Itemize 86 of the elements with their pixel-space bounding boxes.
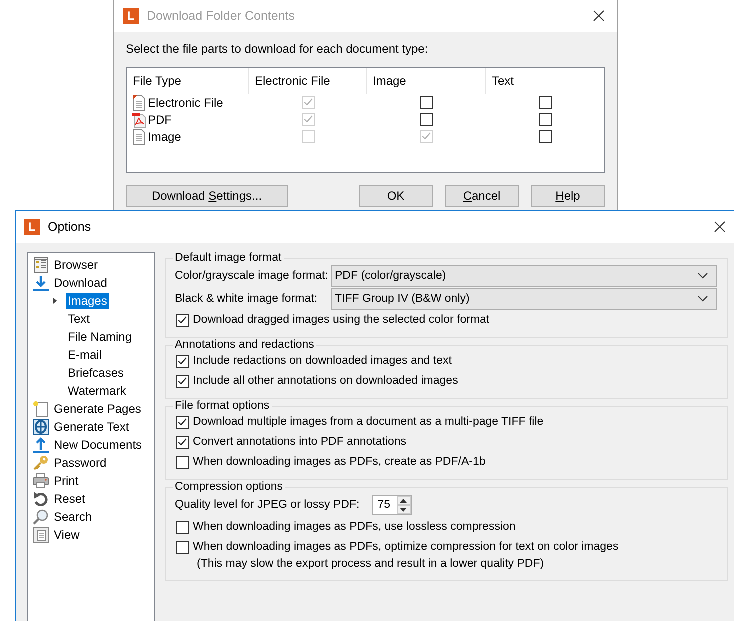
tree-item[interactable]: Generate Text — [52, 419, 132, 435]
dialog-button[interactable]: OK — [359, 185, 433, 207]
chevron-down-icon — [698, 272, 708, 278]
tree-item[interactable]: View — [52, 527, 82, 543]
checkbox-label: When downloading images as PDFs, use lossless compression — [193, 521, 516, 533]
checkbox[interactable] — [176, 520, 189, 534]
browser-icon — [33, 257, 49, 273]
group-title: Compression options — [174, 481, 284, 493]
upload-arrow-icon — [33, 437, 49, 453]
tree-item[interactable]: Browser — [52, 257, 100, 273]
app-logo: L — [24, 219, 40, 235]
column-header: File Type — [127, 68, 249, 94]
checkbox[interactable] — [176, 354, 189, 368]
window-title: Options — [48, 220, 92, 234]
checkbox-label: Include redactions on downloaded images and text — [193, 355, 452, 367]
page-view-icon — [33, 527, 49, 543]
document-icon — [132, 128, 146, 144]
dialog-button[interactable]: Download Settings... — [126, 185, 288, 207]
close-icon — [714, 221, 726, 233]
tree-item[interactable]: Briefcases — [66, 365, 126, 381]
checkbox[interactable] — [538, 130, 552, 143]
checkbox[interactable] — [176, 456, 189, 468]
tree-item[interactable]: Reset — [52, 491, 88, 507]
search-icon — [33, 509, 49, 525]
checkbox[interactable] — [176, 314, 189, 326]
checkbox-label: Download multiple images from a document as a multi-page TIFF file — [193, 416, 544, 428]
window-title: Download Folder Contents — [147, 9, 296, 23]
undo-arrow-icon — [33, 491, 49, 507]
field-label: Black & white image format: — [175, 292, 319, 304]
tree-item[interactable]: Images — [66, 293, 110, 309]
field-label: Quality level for JPEG or lossy PDF: — [175, 499, 360, 511]
checkbox-label: Download dragged images using the selected color format — [193, 314, 490, 326]
close-icon — [593, 10, 605, 22]
tree-item[interactable]: Watermark — [66, 383, 128, 399]
tree-item[interactable]: Download — [52, 275, 110, 291]
column-header: Text — [491, 73, 516, 90]
spin-up-button[interactable] — [396, 496, 411, 505]
format-dropdown[interactable]: PDF (color/grayscale) — [331, 264, 717, 286]
dialog-button[interactable]: Cancel — [445, 185, 519, 207]
checkbox[interactable] — [176, 374, 189, 388]
tree-item[interactable]: Generate Pages — [52, 401, 144, 417]
tree-item[interactable]: File Naming — [66, 329, 134, 345]
checkbox-label: Convert annotations into PDF annotations — [193, 436, 407, 448]
checkbox[interactable] — [538, 113, 552, 126]
quality-spinbox[interactable]: 75 — [372, 495, 412, 515]
chevron-down-icon — [698, 296, 708, 302]
field-label: Color/grayscale image format: — [175, 270, 330, 282]
column-header: Image — [367, 68, 486, 94]
instruction-text: Select the file parts to download for each document type: — [126, 41, 430, 57]
tree-item[interactable]: New Documents — [52, 437, 144, 453]
checkbox-label: When downloading images as PDFs, optimize compression for text on color images — [193, 541, 619, 553]
up-arrow-icon — [400, 498, 408, 502]
spin-down-button[interactable] — [396, 505, 411, 514]
checkbox[interactable] — [176, 540, 189, 554]
format-dropdown[interactable]: TIFF Group IV (B&W only) — [331, 288, 717, 310]
tree-item[interactable]: E-mail — [66, 347, 104, 363]
pdf-file-icon — [132, 112, 146, 128]
checkbox-label: When downloading images as PDFs, create as PDF/A-1b — [193, 456, 486, 468]
tree-item[interactable]: Search — [52, 509, 94, 525]
tree-item[interactable]: Password — [52, 455, 109, 471]
download-arrow-icon — [33, 275, 49, 291]
group-title: Default image format — [174, 252, 283, 264]
new-page-icon — [33, 401, 49, 417]
printer-icon — [33, 473, 49, 489]
tree-item[interactable]: Text — [66, 311, 92, 327]
checkbox[interactable] — [420, 96, 433, 109]
group-title: Annotations and redactions — [174, 339, 316, 351]
key-icon — [33, 455, 49, 471]
app-logo: L — [123, 8, 139, 24]
document-icon — [132, 94, 146, 110]
expand-arrow-icon[interactable] — [53, 297, 58, 305]
checkbox[interactable] — [420, 113, 433, 126]
file-type-name: Electronic File — [148, 96, 224, 110]
checkbox[interactable] — [176, 416, 189, 428]
note-text: (This may slow the export process and result in a lower quality PDF) — [196, 557, 546, 572]
group-title: File format options — [174, 400, 271, 412]
tree-item[interactable]: Print — [52, 473, 81, 489]
file-type-name: PDF — [148, 112, 172, 126]
checkbox-label: Include all other annotations on downloaded images — [193, 375, 458, 387]
column-header: Electronic File — [249, 68, 367, 94]
checkbox[interactable] — [538, 96, 552, 109]
dialog-button[interactable]: Help — [531, 185, 605, 207]
down-arrow-icon — [400, 508, 408, 512]
ocr-text-icon — [33, 419, 49, 435]
checkbox[interactable] — [176, 436, 189, 448]
file-type-name: Image — [148, 130, 182, 144]
